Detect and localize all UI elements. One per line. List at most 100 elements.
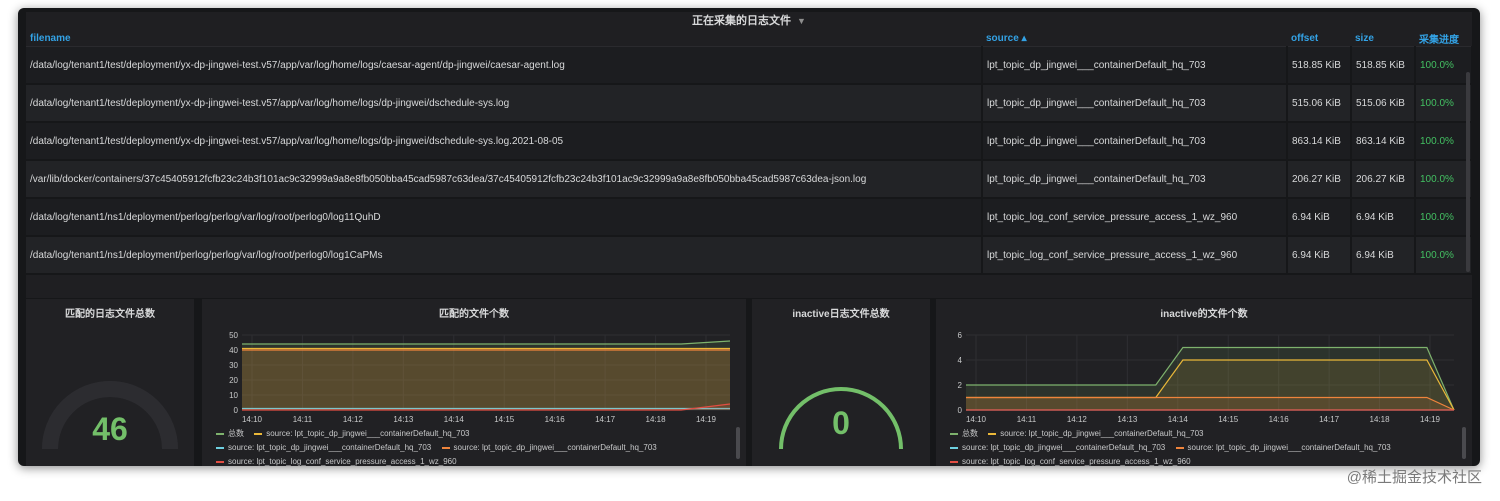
y-tick-label: 0 xyxy=(234,406,239,415)
cell-size: 6.94 KiB xyxy=(1351,236,1416,275)
cell-source: lpt_topic_log_conf_service_pressure_acce… xyxy=(982,236,1288,275)
legend-item-source[interactable]: source: lpt_topic_dp_jingwei___container… xyxy=(254,429,470,438)
cell-source: lpt_topic_dp_jingwei___containerDefault_… xyxy=(982,84,1288,123)
x-tick-label: 14:15 xyxy=(1218,415,1239,424)
legend-item-source[interactable]: source: lpt_topic_log_conf_service_press… xyxy=(950,457,1191,466)
table-scrollbar[interactable] xyxy=(1466,72,1470,272)
cell-source: lpt_topic_dp_jingwei___containerDefault_… xyxy=(982,46,1288,85)
log-files-table: filename source ▴ offset size 采集进度 /data… xyxy=(26,30,1473,275)
legend-swatch xyxy=(216,446,224,449)
legend-swatch xyxy=(950,460,958,463)
stat2-value: 0 xyxy=(832,405,850,441)
chart2-legend-line1: 总数 source: lpt_topic_dp_jingwei___contai… xyxy=(950,427,1460,441)
y-tick-label: 20 xyxy=(229,376,238,385)
legend-swatch xyxy=(1175,446,1184,449)
legend-item-total[interactable]: 总数 xyxy=(216,429,244,438)
table-header-row: filename source ▴ offset size 采集进度 xyxy=(26,30,1472,47)
cell-filename: /data/log/tenant1/test/deployment/yx-dp-… xyxy=(26,84,983,123)
legend-label: source: lpt_topic_dp_jingwei___container… xyxy=(453,443,657,452)
x-tick-label: 14:11 xyxy=(293,415,313,424)
legend-item-source[interactable]: source: lpt_topic_dp_jingwei___container… xyxy=(950,443,1165,452)
legend-label: source: lpt_topic_log_conf_service_press… xyxy=(228,457,457,466)
legend-item-total[interactable]: 总数 xyxy=(950,429,978,438)
x-tick-label: 14:18 xyxy=(646,415,667,424)
x-tick-label: 14:18 xyxy=(1370,415,1391,424)
table-panel-title[interactable]: 正在采集的日志文件 ▼ xyxy=(26,12,1472,30)
legend-label: source: lpt_topic_dp_jingwei___container… xyxy=(962,443,1166,452)
column-header-progress[interactable]: 采集进度 xyxy=(1415,30,1472,47)
x-tick-label: 14:10 xyxy=(242,415,263,424)
table-row[interactable]: /data/log/tenant1/test/deployment/yx-dp-… xyxy=(26,122,1473,161)
legend-swatch xyxy=(441,446,450,449)
series-line[interactable] xyxy=(242,340,731,345)
inactive-files-stat-panel: inactive日志文件总数 0 xyxy=(752,299,930,466)
chart1-legend-line2: source: lpt_topic_dp_jingwei___container… xyxy=(216,441,726,455)
y-tick-label: 40 xyxy=(229,346,238,355)
y-tick-label: 4 xyxy=(958,356,963,365)
cell-size: 6.94 KiB xyxy=(1351,198,1416,237)
legend-label: source: lpt_topic_dp_jingwei___container… xyxy=(266,429,470,438)
chart1-legend-line1: 总数 source: lpt_topic_dp_jingwei___contai… xyxy=(216,427,726,441)
cell-size: 863.14 KiB xyxy=(1351,122,1416,161)
column-header-offset[interactable]: offset xyxy=(1287,30,1351,47)
x-tick-label: 14:14 xyxy=(1168,415,1189,424)
y-tick-label: 2 xyxy=(958,381,963,390)
legend-label: source: lpt_topic_log_conf_service_press… xyxy=(962,457,1191,466)
cell-progress: 100.0% xyxy=(1415,198,1473,237)
legend-swatch xyxy=(216,460,224,463)
table-row[interactable]: /data/log/tenant1/test/deployment/yx-dp-… xyxy=(26,46,1473,85)
legend-item-source[interactable]: source: lpt_topic_dp_jingwei___container… xyxy=(1175,443,1391,452)
dashboard-frame: 正在采集的日志文件 ▼ filename source ▴ offset size… xyxy=(18,8,1480,466)
series-area xyxy=(966,397,1454,410)
column-header-source[interactable]: source ▴ xyxy=(982,30,1287,47)
cell-filename: /var/lib/docker/containers/37c45405912fc… xyxy=(26,160,983,199)
column-header-filename[interactable]: filename xyxy=(26,30,982,47)
table-row[interactable]: /var/lib/docker/containers/37c45405912fc… xyxy=(26,160,1473,199)
watermark: @稀土掘金技术社区 xyxy=(1346,469,1482,486)
cell-source: lpt_topic_dp_jingwei___containerDefault_… xyxy=(982,122,1288,161)
x-tick-label: 14:12 xyxy=(343,415,364,424)
series-area xyxy=(242,350,730,410)
cell-progress: 100.0% xyxy=(1415,84,1473,123)
chevron-down-icon[interactable]: ▼ xyxy=(797,16,806,26)
legend-label: source: lpt_topic_dp_jingwei___container… xyxy=(1000,429,1204,438)
column-header-size[interactable]: size xyxy=(1351,30,1415,47)
cell-offset: 6.94 KiB xyxy=(1287,198,1352,237)
x-tick-label: 14:10 xyxy=(966,415,987,424)
cell-progress: 100.0% xyxy=(1415,236,1473,275)
cell-offset: 863.14 KiB xyxy=(1287,122,1352,161)
x-tick-label: 14:16 xyxy=(1269,415,1290,424)
inactive-files-chart-panel: inactive的文件个数 0 2 4 6 14:10 14:11 14:12 14:13 14… xyxy=(936,299,1472,466)
legend-item-source[interactable]: source: lpt_topic_dp_jingwei___container… xyxy=(988,429,1204,438)
x-tick-label: 14:17 xyxy=(595,415,616,424)
x-tick-label: 14:11 xyxy=(1017,415,1037,424)
legend-swatch xyxy=(988,432,997,435)
cell-filename: /data/log/tenant1/test/deployment/yx-dp-… xyxy=(26,46,983,85)
legend-label: source: lpt_topic_dp_jingwei___container… xyxy=(1187,443,1391,452)
legend-item-source[interactable]: source: lpt_topic_log_conf_service_press… xyxy=(216,457,457,466)
legend-item-source[interactable]: source: lpt_topic_dp_jingwei___container… xyxy=(441,443,657,452)
cell-filename: /data/log/tenant1/ns1/deployment/perlog/… xyxy=(26,236,983,275)
legend-label: 总数 xyxy=(228,429,244,438)
cell-source: lpt_topic_log_conf_service_pressure_acce… xyxy=(982,198,1288,237)
legend-swatch xyxy=(216,432,224,435)
log-files-table-panel: 正在采集的日志文件 ▼ filename source ▴ offset size… xyxy=(26,12,1473,298)
cell-offset: 6.94 KiB xyxy=(1287,236,1352,275)
y-tick-label: 50 xyxy=(229,331,238,340)
legend-item-source[interactable]: source: lpt_topic_dp_jingwei___container… xyxy=(216,443,431,452)
x-tick-label: 14:14 xyxy=(444,415,465,424)
legend-label: source: lpt_topic_dp_jingwei___container… xyxy=(228,443,432,452)
cell-source: lpt_topic_dp_jingwei___containerDefault_… xyxy=(982,160,1288,199)
chart1-legend-scrollbar[interactable] xyxy=(736,427,740,459)
legend-swatch xyxy=(254,432,263,435)
chart2-legend-scrollbar[interactable] xyxy=(1462,427,1466,459)
cell-progress: 100.0% xyxy=(1415,160,1473,199)
table-row[interactable]: /data/log/tenant1/test/deployment/yx-dp-… xyxy=(26,84,1473,123)
chart2-legend-line3: source: lpt_topic_log_conf_service_press… xyxy=(950,455,1460,466)
table-row[interactable]: /data/log/tenant1/ns1/deployment/perlog/… xyxy=(26,198,1473,237)
legend-swatch xyxy=(950,432,958,435)
table-title-text: 正在采集的日志文件 xyxy=(692,15,792,27)
x-tick-label: 14:19 xyxy=(1420,415,1441,424)
table-body: /data/log/tenant1/test/deployment/yx-dp-… xyxy=(26,46,1473,275)
table-row[interactable]: /data/log/tenant1/ns1/deployment/perlog/… xyxy=(26,236,1473,275)
